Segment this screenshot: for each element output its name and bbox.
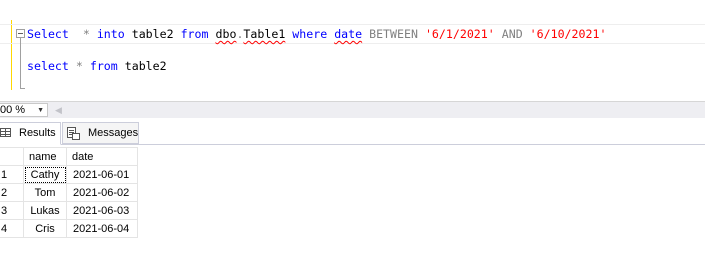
- cell-name[interactable]: Lukas: [23, 201, 67, 220]
- operator-star: *: [68, 59, 90, 73]
- outline-guide-end: [20, 88, 25, 89]
- zoom-dropdown[interactable]: 00 % ▼: [0, 103, 48, 117]
- tab-messages[interactable]: Messages: [62, 122, 139, 144]
- zoom-bar: 00 % ▼ ◀: [0, 101, 705, 119]
- keyword-between: BETWEEN: [362, 27, 425, 41]
- table-row[interactable]: 3 Lukas 2021-06-03: [0, 201, 138, 220]
- header-row: name date: [0, 147, 138, 166]
- query-editor[interactable]: Select * into table2 from dbo.Table1 whe…: [0, 0, 705, 101]
- identifier-table2: table2: [124, 27, 181, 41]
- cell-date[interactable]: 2021-06-02: [66, 183, 138, 202]
- cell-date[interactable]: 2021-06-01: [66, 165, 138, 184]
- keyword-into: into: [96, 27, 125, 41]
- row-number[interactable]: 1: [0, 165, 24, 184]
- operator-star: *: [68, 27, 97, 41]
- string-start-date: '6/1/2021': [424, 27, 495, 41]
- code-line-2[interactable]: select * from table2: [27, 59, 167, 73]
- grid-icon: [0, 128, 11, 137]
- outline-guide: [20, 38, 21, 88]
- identifier-dbo: dbo: [215, 27, 237, 41]
- identifier-table2: table2: [117, 59, 167, 73]
- scroll-left-arrow-icon[interactable]: ◀: [55, 104, 62, 116]
- results-tab-bar: Results Messages: [0, 118, 705, 145]
- keyword-where: where: [292, 27, 328, 41]
- row-number[interactable]: 4: [0, 219, 24, 238]
- collapse-toggle-icon[interactable]: [16, 29, 25, 38]
- cell-name[interactable]: Cris: [23, 219, 67, 238]
- cell-name[interactable]: Tom: [23, 183, 67, 202]
- results-pane: name date 1 Cathy 2021-06-01 2 Tom 2021-…: [0, 145, 705, 277]
- keyword-from: from: [180, 27, 209, 41]
- row-number[interactable]: 2: [0, 183, 24, 202]
- dropdown-arrow-icon[interactable]: ▼: [37, 105, 44, 117]
- keyword-select: select: [27, 59, 69, 73]
- messages-icon: [67, 127, 80, 140]
- keyword-and: AND: [494, 27, 530, 41]
- cell-date[interactable]: 2021-06-04: [66, 219, 138, 238]
- tab-messages-label: Messages: [88, 127, 139, 139]
- results-grid[interactable]: name date 1 Cathy 2021-06-01 2 Tom 2021-…: [0, 147, 138, 238]
- table-row[interactable]: 4 Cris 2021-06-04: [0, 219, 138, 238]
- code-line-1[interactable]: Select * into table2 from dbo.Table1 whe…: [27, 27, 606, 41]
- keyword-from: from: [89, 59, 118, 73]
- column-header-name[interactable]: name: [23, 147, 67, 166]
- identifier-date: date: [334, 27, 363, 41]
- string-end-date: '6/10/2021': [529, 27, 607, 41]
- row-header-corner[interactable]: [0, 147, 24, 166]
- keyword-select: Select: [27, 27, 69, 41]
- table-row[interactable]: 2 Tom 2021-06-02: [0, 183, 138, 202]
- row-number[interactable]: 3: [0, 201, 24, 220]
- zoom-value: 00 %: [0, 104, 26, 116]
- identifier-table1: Table1: [243, 27, 286, 41]
- column-header-date[interactable]: date: [66, 147, 138, 166]
- cell-date[interactable]: 2021-06-03: [66, 201, 138, 220]
- tab-results-label: Results: [19, 127, 56, 139]
- tab-results[interactable]: Results: [0, 122, 61, 145]
- cell-name[interactable]: Cathy: [23, 165, 67, 184]
- table-row[interactable]: 1 Cathy 2021-06-01: [0, 165, 138, 184]
